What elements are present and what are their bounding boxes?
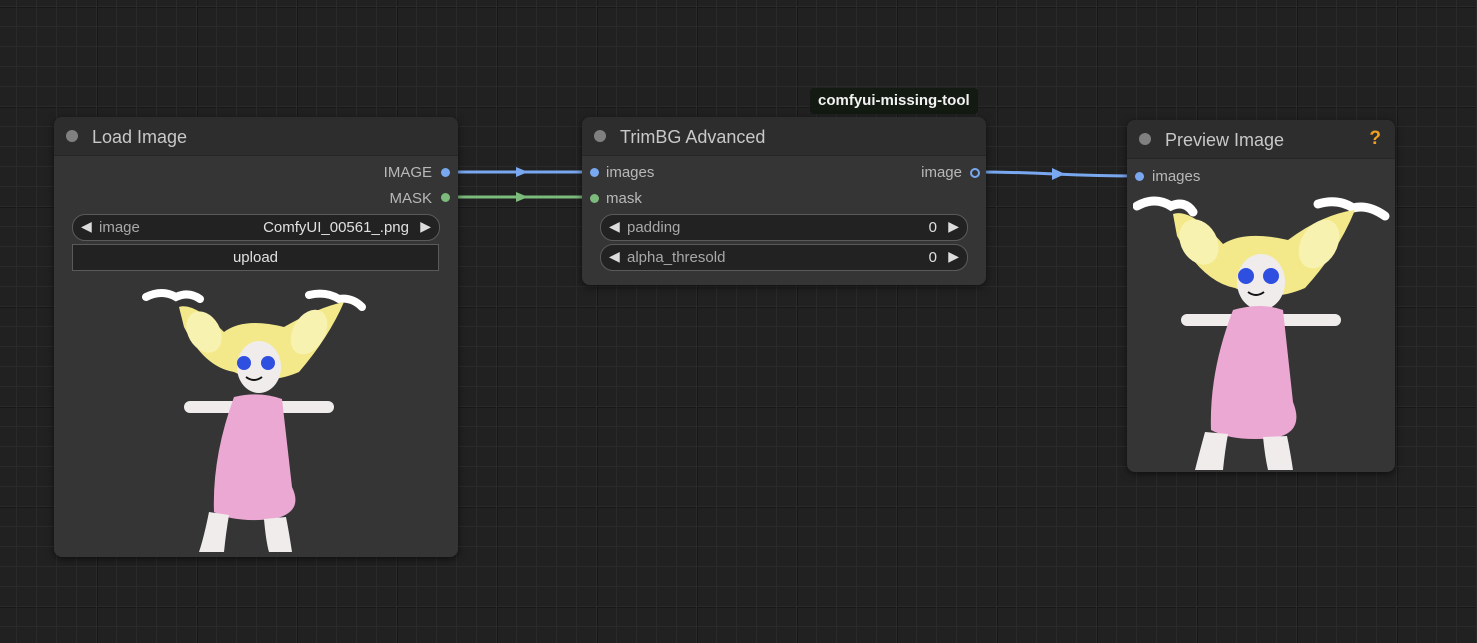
node-dot-icon[interactable] [66,130,78,142]
load-image-title: Load Image [92,127,188,147]
preview-output-image [1133,196,1390,470]
input-mask-slot[interactable]: mask [606,190,642,210]
mask-link-arrow [516,192,528,202]
upload-button[interactable]: upload [72,244,439,271]
preview-title: Preview Image [1165,130,1285,150]
node-dot-icon[interactable] [1139,133,1151,145]
alpha-threshold-label: alpha_thresold [627,249,726,266]
padding-widget[interactable]: ◀ padding 0 ▶ [600,214,968,241]
help-icon[interactable]: ? [1369,128,1381,150]
padding-value: 0 [928,219,937,236]
output-image-label: IMAGE [383,164,432,181]
load-image-preview [142,289,366,552]
right-arrow-icon[interactable]: ▶ [948,248,959,265]
output-mask-slot[interactable]: MASK [389,190,432,210]
load-image-header[interactable]: Load Image [54,117,458,156]
trimbg-header[interactable]: TrimBG Advanced [582,117,986,156]
input-mask-dot[interactable] [590,194,599,203]
input-images-slot[interactable]: images [1152,168,1200,188]
right-arrow-icon[interactable]: ▶ [420,218,431,235]
trim-to-preview-arrow [1052,168,1065,180]
left-arrow-icon[interactable]: ◀ [609,248,620,265]
alpha-threshold-widget[interactable]: ◀ alpha_thresold 0 ▶ [600,244,968,271]
input-mask-label: mask [606,190,642,207]
input-images-label: images [606,164,655,181]
output-image-slot[interactable]: image [921,164,962,184]
preview-image-node[interactable]: Preview Image ? images [1127,120,1395,472]
image-link-arrow [516,167,528,177]
output-mask-label: MASK [389,190,432,207]
node-dot-icon[interactable] [594,130,606,142]
output-image-dot[interactable] [970,168,980,178]
input-images-dot[interactable] [1135,172,1144,181]
alpha-threshold-value: 0 [928,249,937,266]
node-source-badge: comfyui-missing-tool [810,88,978,114]
preview-header[interactable]: Preview Image ? [1127,120,1395,159]
image-widget-value: ComfyUI_00561_.png [263,219,409,236]
left-arrow-icon[interactable]: ◀ [609,218,620,235]
input-images-slot[interactable]: images [606,164,654,184]
padding-label: padding [627,219,681,236]
output-image-label: image [921,164,962,181]
right-arrow-icon[interactable]: ▶ [948,218,959,235]
left-arrow-icon[interactable]: ◀ [81,218,92,235]
output-image-slot[interactable]: IMAGE [384,164,432,184]
output-mask-dot[interactable] [441,193,450,202]
input-images-label: images [1152,168,1201,185]
image-widget-label: image [99,219,140,236]
input-images-dot[interactable] [590,168,599,177]
load-image-node[interactable]: Load Image IMAGE MASK ◀ image ComfyUI_00… [54,117,458,557]
image-select-widget[interactable]: ◀ image ComfyUI_00561_.png ▶ [72,214,440,241]
trimbg-title: TrimBG Advanced [620,127,766,147]
output-image-dot[interactable] [441,168,450,177]
trimbg-node[interactable]: TrimBG Advanced images mask image ◀ padd… [582,117,986,285]
